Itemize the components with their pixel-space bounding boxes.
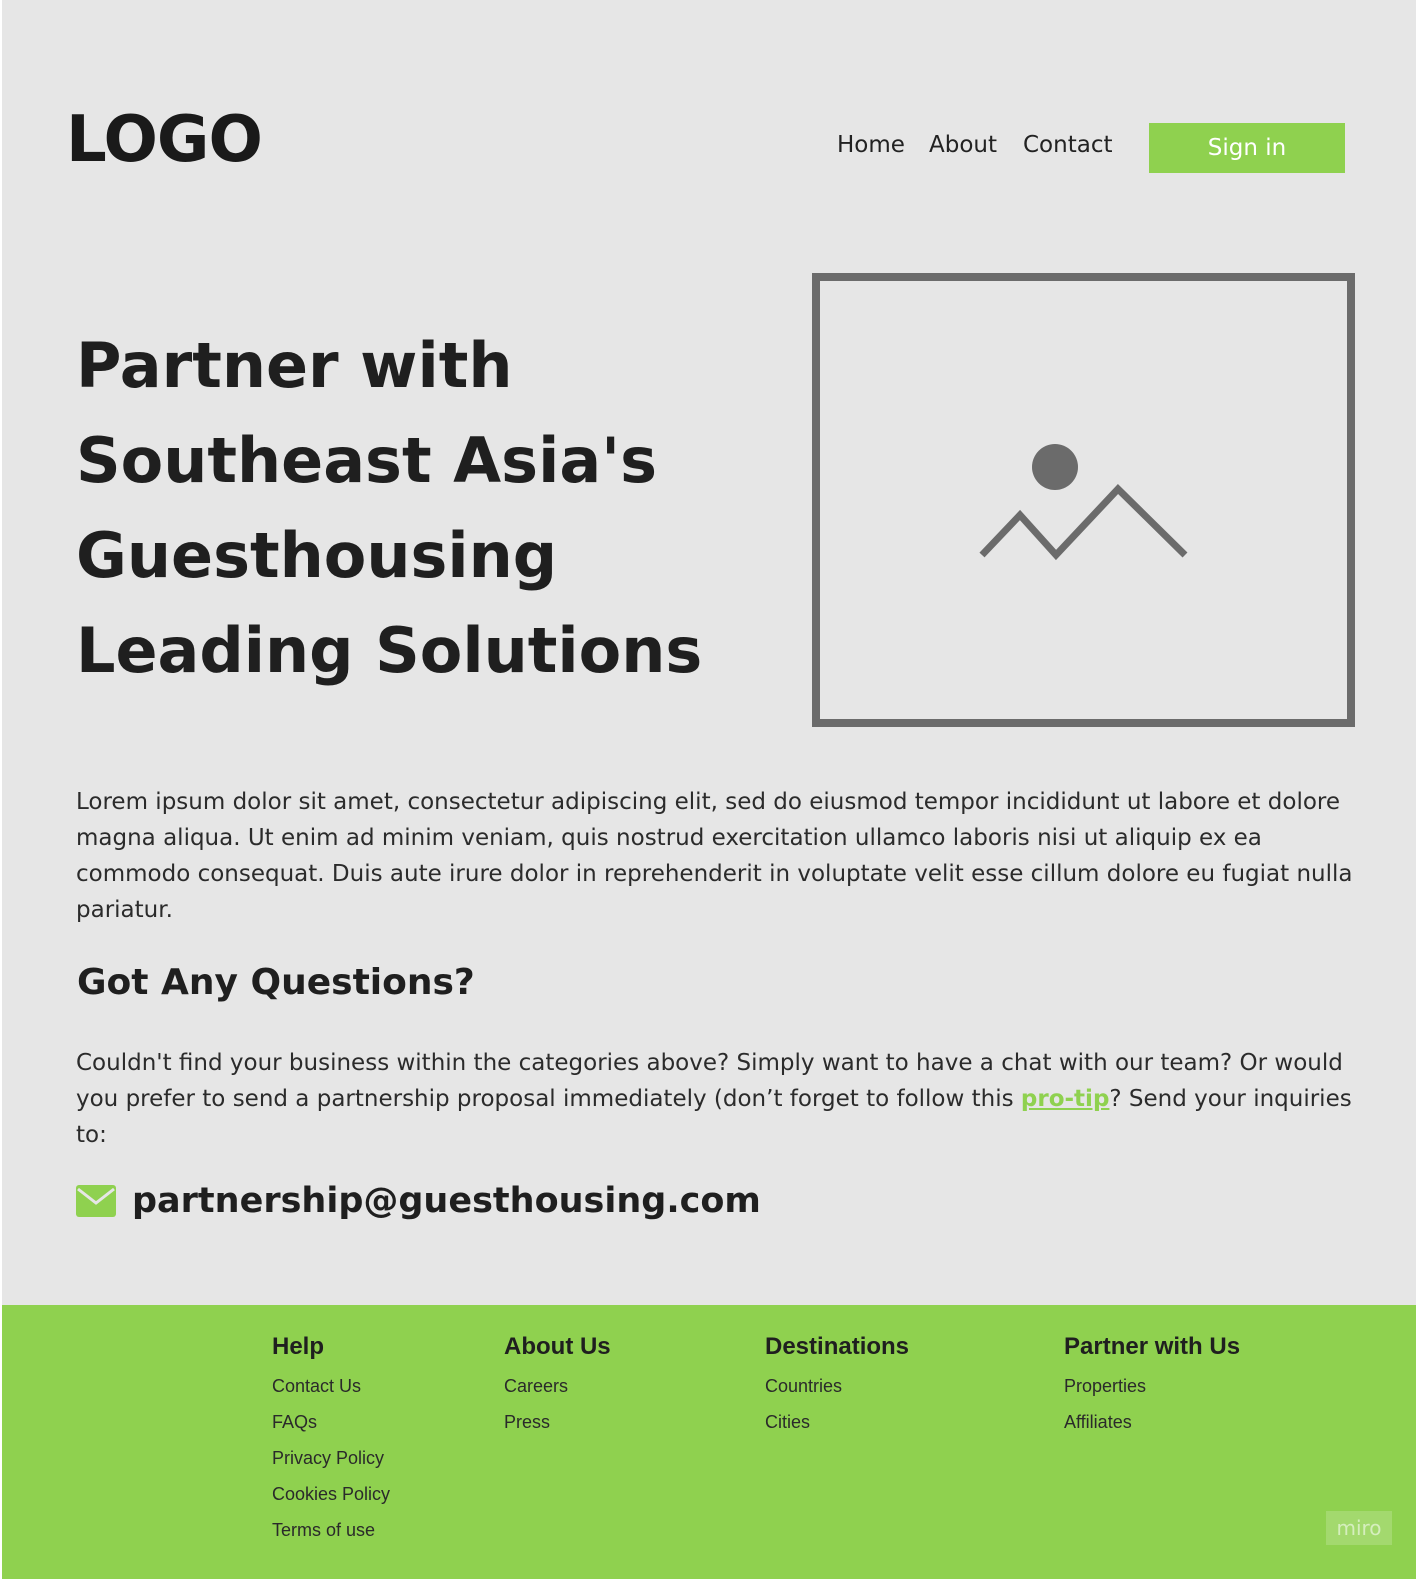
email-row: partnership@guesthousing.com [76,1176,761,1226]
miro-watermark: miro [1326,1511,1392,1545]
footer-column-help: Help Contact Us FAQs Privacy Policy Cook… [272,1333,390,1553]
footer-link-cookies-policy[interactable]: Cookies Policy [272,1481,390,1517]
sign-in-button[interactable]: Sign in [1149,123,1345,173]
email-link[interactable]: partnership@guesthousing.com [132,1181,761,1221]
hero-image-placeholder [812,273,1355,727]
footer-column-destinations: Destinations Countries Cities [765,1333,909,1445]
logo[interactable]: LOGO [66,108,263,172]
nav-home[interactable]: Home [837,132,905,158]
footer-column-partner-with-us: Partner with Us Properties Affiliates [1064,1333,1240,1445]
intro-paragraph: Lorem ipsum dolor sit amet, consectetur … [76,789,1353,923]
footer-heading: Help [272,1333,325,1360]
footer-link-terms-of-use[interactable]: Terms of use [272,1517,390,1553]
hero-title: Partner with Southeast Asia's Guesthousi… [76,318,776,698]
footer-link-affiliates[interactable]: Affiliates [1064,1409,1240,1445]
footer-heading: Partner with Us [1064,1333,1241,1360]
footer-link-cities[interactable]: Cities [765,1409,909,1445]
footer-link-contact-us[interactable]: Contact Us [272,1373,390,1409]
footer-link-press[interactable]: Press [504,1409,611,1445]
page: LOGO Home About Contact Sign in Partner … [2,0,1416,1579]
hero-title-line: Southeast Asia's [76,424,658,497]
footer-column-about-us: About Us Careers Press [504,1333,611,1445]
hero-title-line: Leading Solutions [76,614,703,687]
footer-heading: About Us [504,1333,611,1360]
footer-link-countries[interactable]: Countries [765,1373,909,1409]
questions-title: Got Any Questions? [77,962,475,1003]
footer-link-privacy-policy[interactable]: Privacy Policy [272,1445,390,1481]
hero-title-line: Partner with [76,329,513,402]
pro-tip-link[interactable]: pro-tip [1021,1086,1110,1112]
footer-heading: Destinations [765,1333,910,1360]
hero-title-line: Guesthousing [76,519,558,592]
footer-link-faqs[interactable]: FAQs [272,1409,390,1445]
questions-paragraph: Couldn't find your business within the c… [76,1045,1366,1153]
envelope-icon [76,1185,116,1217]
footer-link-properties[interactable]: Properties [1064,1373,1240,1409]
footer-link-careers[interactable]: Careers [504,1373,611,1409]
image-placeholder-icon [979,444,1188,561]
nav-contact[interactable]: Contact [1023,132,1112,158]
footer: Help Contact Us FAQs Privacy Policy Cook… [2,1305,1416,1579]
nav-about[interactable]: About [929,132,997,158]
